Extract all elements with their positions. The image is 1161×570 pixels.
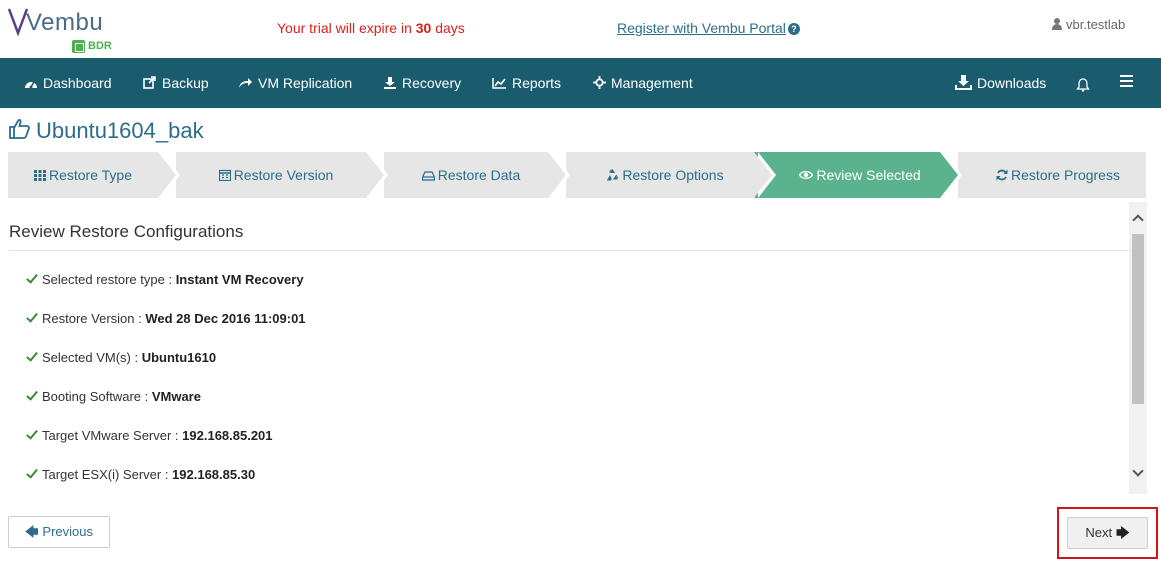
step-restore-progress-label: Restore Progress bbox=[1011, 167, 1120, 183]
register-link-label: Register with Vembu Portal bbox=[617, 20, 786, 36]
replication-icon bbox=[239, 78, 252, 88]
nav-dashboard[interactable]: Dashboard bbox=[24, 58, 112, 108]
step-restore-options[interactable]: Restore Options bbox=[566, 152, 754, 198]
scroll-thumb[interactable] bbox=[1132, 234, 1144, 404]
review-label: Selected VM(s) : bbox=[42, 350, 142, 365]
dashboard-icon bbox=[25, 81, 37, 89]
thumbs-up-icon bbox=[9, 119, 30, 139]
main-nav: Dashboard Backup VM Replication Recovery… bbox=[0, 58, 1161, 108]
step-restore-progress[interactable]: Restore Progress bbox=[958, 152, 1146, 198]
nav-reports-label: Reports bbox=[512, 75, 562, 91]
logo-text: Vembu bbox=[26, 9, 104, 36]
review-label: Target VMware Server : bbox=[42, 428, 183, 443]
drive-icon bbox=[421, 171, 435, 181]
review-list: Selected restore type : Instant VM Recov… bbox=[26, 272, 1126, 506]
scroll-down-icon[interactable] bbox=[1129, 464, 1147, 482]
nav-recovery-label: Recovery bbox=[402, 75, 462, 91]
scroll-up-icon[interactable] bbox=[1129, 208, 1147, 226]
trial-suffix: days bbox=[431, 20, 465, 36]
review-value: Wed 28 Dec 2016 11:09:01 bbox=[145, 311, 306, 326]
review-value: VMware bbox=[151, 389, 201, 404]
restore-wizard-steps: Restore Type Restore Version Restore Dat… bbox=[8, 152, 1146, 198]
review-heading: Review Restore Configurations bbox=[9, 222, 244, 241]
check-icon bbox=[26, 274, 38, 284]
nav-dashboard-label: Dashboard bbox=[43, 75, 112, 91]
eye-icon bbox=[799, 170, 814, 180]
grid-icon bbox=[33, 170, 46, 181]
step-restore-data[interactable]: Restore Data bbox=[384, 152, 548, 198]
review-label: Booting Software : bbox=[42, 389, 152, 404]
register-portal-link[interactable]: Register with Vembu Portal? bbox=[617, 20, 800, 36]
check-icon bbox=[26, 313, 38, 323]
backup-icon bbox=[143, 76, 156, 89]
review-scrollbar[interactable] bbox=[1129, 202, 1147, 494]
divider bbox=[9, 250, 1131, 251]
next-button[interactable]: Next 🡆 bbox=[1067, 517, 1148, 549]
review-label: Selected restore type : bbox=[42, 272, 176, 287]
step-review-selected[interactable]: Review Selected bbox=[754, 152, 940, 198]
bell-icon[interactable] bbox=[1076, 78, 1090, 92]
step-restore-type[interactable]: Restore Type bbox=[8, 152, 158, 198]
step-restore-type-label: Restore Type bbox=[48, 167, 132, 183]
user-name: vbr.testlab bbox=[1066, 17, 1126, 32]
review-value: Ubuntu1610 bbox=[141, 350, 217, 365]
calendar-icon bbox=[218, 169, 231, 182]
nav-vm-replication[interactable]: VM Replication bbox=[238, 58, 352, 108]
review-value: Instant VM Recovery bbox=[175, 272, 304, 287]
vembu-logo[interactable]: Vembu BDR bbox=[8, 6, 118, 54]
step-restore-version[interactable]: Restore Version bbox=[176, 152, 366, 198]
nav-vm-replication-label: VM Replication bbox=[258, 75, 353, 91]
recovery-icon bbox=[384, 77, 396, 89]
step-restore-data-label: Restore Data bbox=[437, 167, 521, 183]
help-icon: ? bbox=[787, 23, 800, 36]
page-title: Ubuntu1604_bak bbox=[8, 118, 204, 148]
previous-label: Previous bbox=[42, 524, 93, 539]
bdr-badge-icon bbox=[72, 40, 85, 53]
recycle-icon bbox=[607, 169, 619, 181]
review-item-target-esxi-server: Target ESX(i) Server : 192.168.85.30 bbox=[26, 467, 1126, 506]
user-icon bbox=[1052, 18, 1062, 30]
reports-icon bbox=[492, 78, 506, 89]
nav-reports[interactable]: Reports bbox=[492, 58, 561, 108]
page-title-text: Ubuntu1604_bak bbox=[36, 118, 204, 143]
nav-recovery[interactable]: Recovery bbox=[383, 58, 461, 108]
nav-management-label: Management bbox=[611, 75, 693, 91]
check-icon bbox=[26, 469, 38, 479]
management-icon bbox=[593, 76, 606, 89]
review-value: 192.168.85.201 bbox=[182, 428, 273, 443]
logo-subtitle: BDR bbox=[88, 40, 112, 52]
download-icon bbox=[955, 75, 972, 90]
nav-downloads[interactable]: Downloads bbox=[955, 58, 1046, 108]
logo-v-mark bbox=[8, 8, 28, 36]
trial-notice: Your trial will expire in 30 days bbox=[277, 20, 465, 36]
review-item-booting-software: Booting Software : VMware bbox=[26, 389, 1126, 428]
check-icon bbox=[26, 430, 38, 440]
check-icon bbox=[26, 391, 38, 401]
nav-backup[interactable]: Backup bbox=[143, 58, 209, 108]
review-item-restore-type: Selected restore type : Instant VM Recov… bbox=[26, 272, 1126, 311]
review-value: 192.168.85.30 bbox=[172, 467, 256, 482]
review-label: Restore Version : bbox=[42, 311, 146, 326]
review-label: Target ESX(i) Server : bbox=[42, 467, 173, 482]
review-item-selected-vms: Selected VM(s) : Ubuntu1610 bbox=[26, 350, 1126, 389]
step-restore-options-label: Restore Options bbox=[622, 167, 724, 183]
arrow-right-icon: 🡆 bbox=[1116, 525, 1130, 540]
user-menu[interactable]: vbr.testlab bbox=[1052, 17, 1125, 32]
nav-backup-label: Backup bbox=[162, 75, 209, 91]
nav-management[interactable]: Management bbox=[593, 58, 693, 108]
nav-downloads-label: Downloads bbox=[977, 75, 1047, 91]
step-review-selected-label: Review Selected bbox=[816, 167, 921, 183]
check-icon bbox=[26, 352, 38, 362]
step-restore-version-label: Restore Version bbox=[233, 167, 334, 183]
arrow-left-icon: 🡄 bbox=[24, 524, 39, 539]
review-item-restore-version: Restore Version : Wed 28 Dec 2016 11:09:… bbox=[26, 311, 1126, 350]
menu-icon[interactable] bbox=[1120, 75, 1133, 87]
previous-button[interactable]: 🡄 Previous bbox=[8, 516, 110, 548]
trial-prefix: Your trial will expire in bbox=[277, 20, 416, 36]
refresh-icon bbox=[996, 169, 1008, 181]
top-header: Vembu BDR Your trial will expire in 30 d… bbox=[0, 0, 1161, 58]
next-label: Next bbox=[1085, 525, 1113, 540]
trial-days: 30 bbox=[415, 20, 432, 36]
review-item-target-vmware-server: Target VMware Server : 192.168.85.201 bbox=[26, 428, 1126, 467]
